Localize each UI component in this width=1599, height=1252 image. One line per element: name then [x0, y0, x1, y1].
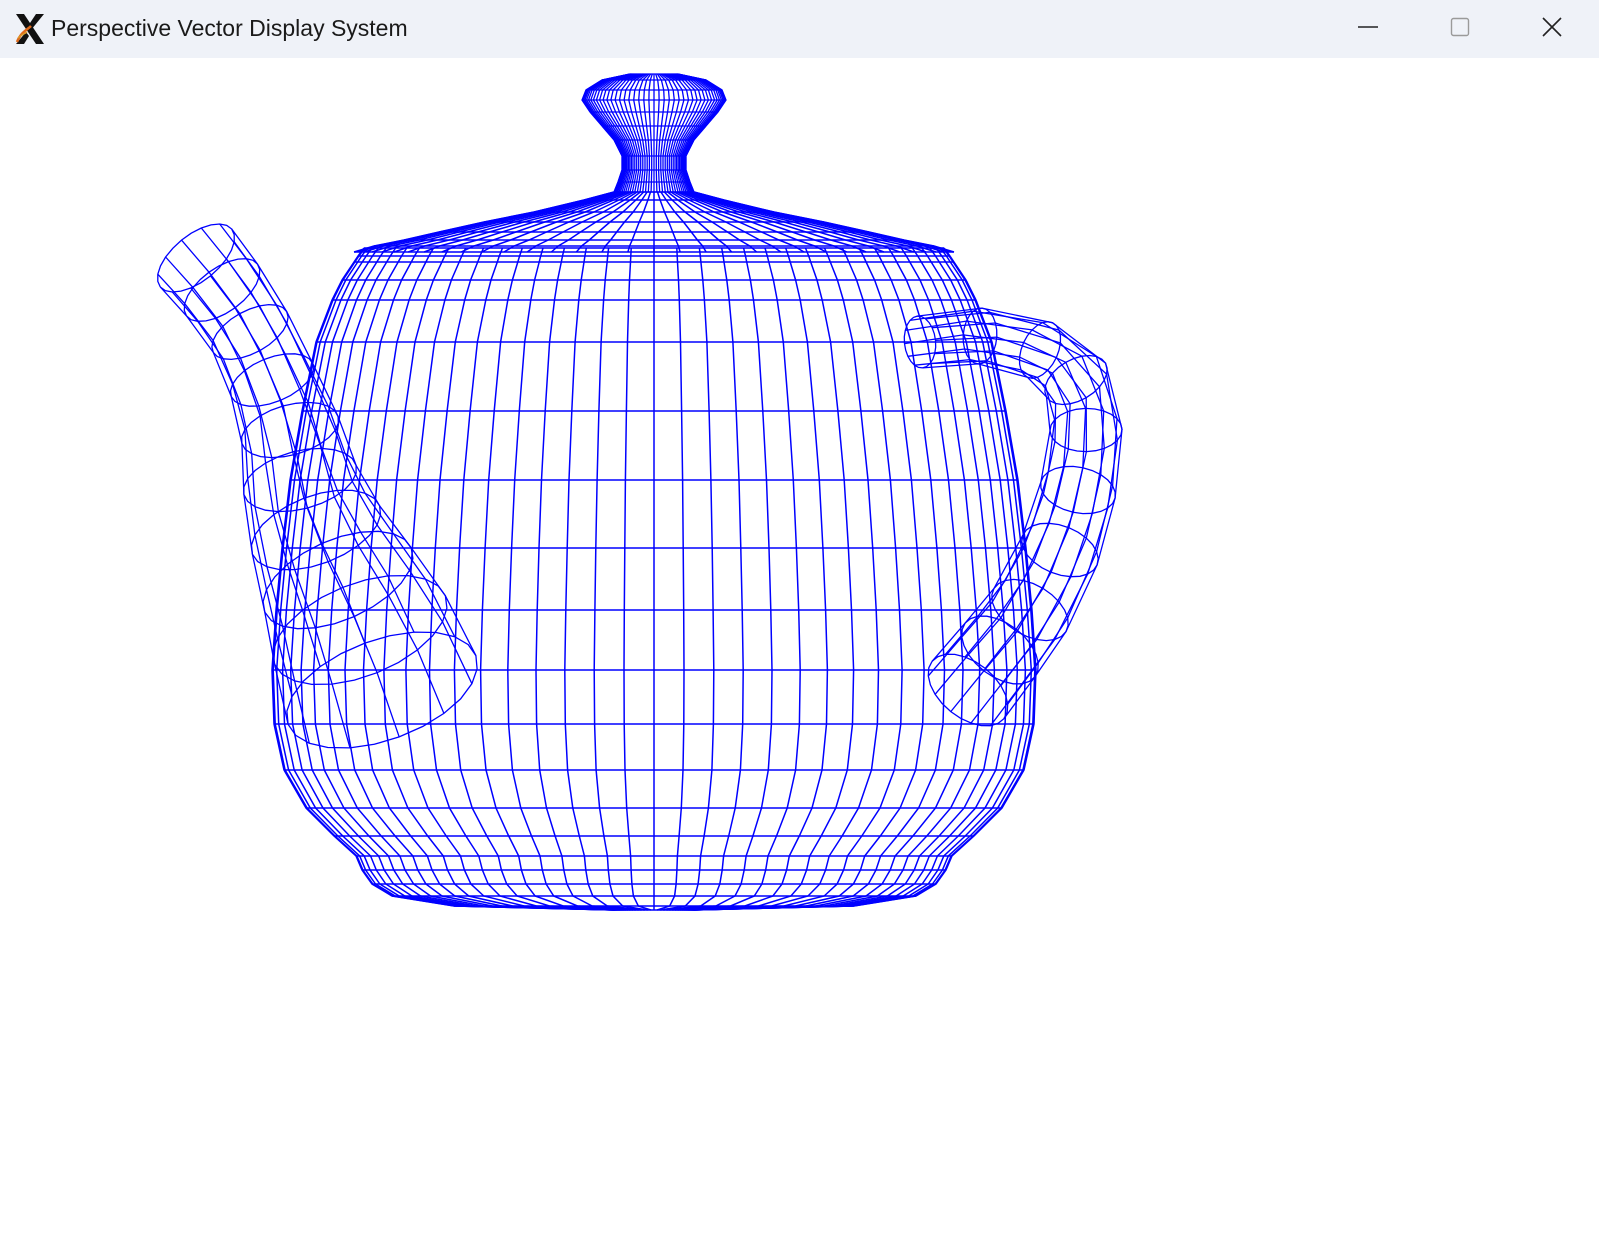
body-meridian — [281, 247, 616, 911]
minimize-button[interactable] — [1322, 0, 1414, 58]
body-meridian — [656, 247, 685, 911]
body-meridian — [693, 247, 1037, 911]
teapot-handle — [903, 307, 1123, 727]
body-meridian — [383, 247, 626, 911]
spout-line — [157, 273, 293, 697]
body-meridian — [692, 247, 1027, 911]
body-meridian — [593, 247, 648, 911]
app-window: Perspective Vector Display System — [0, 0, 1599, 1252]
spout-line — [159, 286, 289, 725]
body-meridian — [666, 247, 773, 911]
body-meridian — [674, 247, 855, 911]
vector-display-canvas[interactable] — [0, 58, 1599, 1252]
teapot-lid — [353, 191, 955, 253]
body-meridian — [623, 247, 652, 911]
close-icon — [1541, 16, 1563, 43]
maximize-icon — [1449, 16, 1471, 43]
body-meridian — [362, 247, 624, 911]
x-window-system-icon — [13, 12, 47, 46]
maximize-button[interactable] — [1414, 0, 1506, 58]
body-meridian — [479, 247, 636, 911]
body-meridian — [275, 247, 615, 911]
body-meridian — [682, 247, 925, 911]
minimize-icon — [1357, 16, 1379, 43]
window-title: Perspective Vector Display System — [51, 15, 408, 41]
body-meridian — [660, 247, 715, 911]
body-meridian — [663, 247, 744, 911]
title-bar[interactable]: Perspective Vector Display System — [0, 0, 1599, 58]
handle-line — [907, 348, 1069, 658]
body-meridian — [453, 247, 634, 911]
body-meridian — [535, 247, 642, 911]
close-button[interactable] — [1506, 0, 1598, 58]
body-meridian — [300, 247, 618, 911]
body-meridian — [564, 247, 645, 911]
teapot-body — [271, 247, 1037, 911]
teapot-wireframe — [157, 73, 1123, 911]
body-meridian — [271, 247, 615, 911]
body-meridian — [693, 247, 1033, 911]
body-meridian — [690, 247, 1008, 911]
teapot-knob — [581, 73, 727, 193]
body-meridian — [672, 247, 829, 911]
